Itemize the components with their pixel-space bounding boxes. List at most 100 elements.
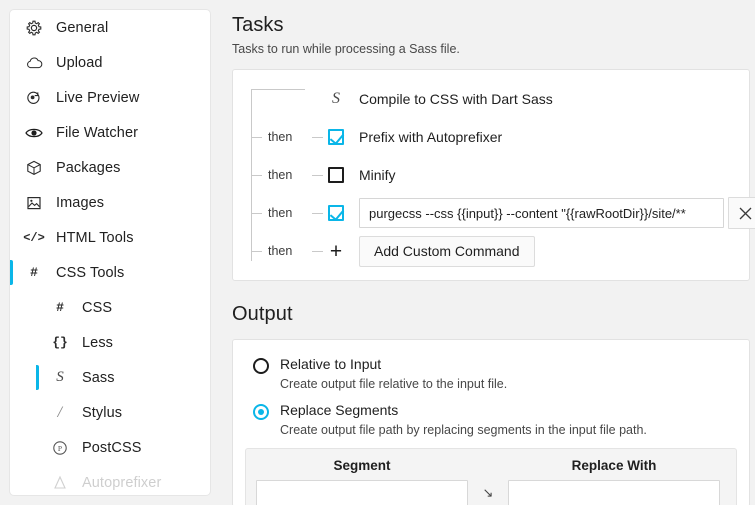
custom-command-input[interactable] (359, 198, 724, 228)
connector-dash-right (312, 175, 323, 176)
column-header-replace-with: Replace With (571, 458, 657, 473)
sass-icon: S (323, 90, 349, 108)
option-label: Relative to Input (280, 356, 382, 372)
output-option-relative-to-input[interactable]: Relative to Input (253, 356, 749, 374)
then-cell: then (251, 156, 323, 194)
sidebar-item-images[interactable]: Images (10, 185, 210, 220)
tasks-heading: Tasks (232, 14, 284, 36)
arrow-icon: ↘ (482, 485, 494, 500)
segments-table: Segment Replace With ↘ (245, 448, 737, 505)
output-card: Relative to Input Create output file rel… (232, 339, 750, 505)
replace-with-input[interactable] (508, 480, 720, 505)
connector-dash-left (251, 213, 262, 214)
column-spacer (468, 458, 508, 473)
stylus-icon: ∕ (55, 403, 65, 422)
tasks-subheading: Tasks to run while processing a Sass fil… (232, 42, 460, 56)
sidebar-item-live-preview[interactable]: Live Preview (10, 80, 210, 115)
sidebar-item-label: CSS Tools (56, 264, 125, 281)
code-icon: </> (23, 230, 45, 245)
connector-dash-left (251, 251, 262, 252)
sidebar-item-label: Less (82, 334, 114, 351)
autoprefixer-icon (50, 473, 70, 493)
hash-icon: # (56, 300, 64, 315)
checkbox-icon[interactable] (323, 167, 349, 183)
then-cell: then (251, 194, 323, 232)
task-row[interactable]: then (233, 194, 755, 232)
sidebar-item-css-tools[interactable]: # CSS Tools (10, 255, 210, 290)
sidebar-item-postcss[interactable]: P PostCSS (10, 430, 210, 465)
task-label: Minify (359, 167, 396, 183)
connector-dash-right (312, 137, 323, 138)
segments-table-header: Segment Replace With (256, 458, 726, 473)
live-preview-icon (24, 88, 44, 108)
plus-icon: + (329, 239, 343, 263)
sidebar-item-upload[interactable]: Upload (10, 45, 210, 80)
sidebar-item-label: PostCSS (82, 439, 142, 456)
then-cell: then (251, 232, 323, 270)
sidebar-item-file-watcher[interactable]: File Watcher (10, 115, 210, 150)
column-header-segment: Segment (333, 458, 391, 473)
sidebar-item-label: HTML Tools (56, 229, 134, 246)
cloud-icon (24, 53, 44, 73)
sidebar-item-general[interactable]: General (10, 10, 210, 45)
sidebar-item-label: Images (56, 194, 105, 211)
sass-icon: S (56, 369, 64, 385)
settings-window: General Upload Live Preview File Watcher Pac… (0, 0, 755, 505)
postcss-icon: P (50, 438, 70, 458)
sidebar-item-label: Packages (56, 159, 121, 176)
then-label: then (268, 130, 293, 144)
checkbox-icon[interactable] (323, 205, 349, 221)
settings-sidebar[interactable]: General Upload Live Preview File Watcher Pac… (10, 10, 210, 495)
then-label: then (268, 206, 293, 220)
sidebar-item-label: Stylus (82, 404, 123, 421)
sidebar-item-label: CSS (82, 299, 113, 316)
add-custom-command-button[interactable]: Add Custom Command (359, 235, 535, 267)
then-cell (251, 80, 323, 118)
task-row: S Compile to CSS with Dart Sass (233, 80, 749, 118)
task-row[interactable]: then Prefix with Autoprefixer (233, 118, 749, 156)
output-heading: Output (232, 303, 293, 325)
task-label: Compile to CSS with Dart Sass (359, 91, 553, 107)
connector-dash-left (251, 175, 262, 176)
then-cell: then (251, 118, 323, 156)
sidebar-item-autoprefixer[interactable]: Autoprefixer (10, 465, 210, 495)
connector-dash-left (251, 137, 262, 138)
table-row: ↘ (256, 480, 726, 505)
output-options: Relative to Input Create output file rel… (233, 340, 749, 437)
connector-dash-right (312, 213, 323, 214)
gear-icon (24, 18, 44, 38)
sidebar-item-packages[interactable]: Packages (10, 150, 210, 185)
sidebar-item-label: File Watcher (56, 124, 139, 141)
then-label: then (268, 168, 293, 182)
sidebar-item-css[interactable]: # CSS (10, 290, 210, 325)
image-icon (24, 193, 44, 213)
tasks-card: S Compile to CSS with Dart Sass then Pre… (232, 69, 755, 281)
active-indicator (10, 260, 13, 285)
sass-glyph: S (332, 90, 340, 107)
segment-input[interactable] (256, 480, 468, 505)
sidebar-item-label: Upload (56, 54, 103, 71)
output-option-replace-segments[interactable]: Replace Segments (253, 402, 749, 420)
eye-icon (24, 123, 44, 143)
sidebar-item-less[interactable]: {} Less (10, 325, 210, 360)
package-icon (24, 158, 44, 178)
option-label: Replace Segments (280, 402, 399, 418)
task-row[interactable]: then Minify (233, 156, 749, 194)
braces-icon: {} (52, 335, 68, 350)
active-indicator (36, 365, 39, 390)
svg-text:P: P (58, 444, 62, 453)
tasks-list: S Compile to CSS with Dart Sass then Pre… (233, 70, 755, 280)
task-label: Prefix with Autoprefixer (359, 129, 503, 145)
sidebar-item-stylus[interactable]: ∕ Stylus (10, 395, 210, 430)
radio-icon[interactable] (253, 358, 269, 374)
then-label: then (268, 244, 293, 258)
radio-icon[interactable] (253, 404, 269, 420)
checkbox-icon[interactable] (323, 129, 349, 145)
option-description: Create output file relative to the input… (280, 377, 508, 391)
settings-content: Tasks Tasks to run while processing a Sa… (210, 0, 755, 505)
hash-icon: # (30, 265, 38, 280)
task-row[interactable]: then + Add Custom Command (233, 232, 749, 270)
sidebar-item-html-tools[interactable]: </> HTML Tools (10, 220, 210, 255)
close-icon[interactable] (728, 197, 755, 229)
sidebar-item-sass[interactable]: S Sass (10, 360, 210, 395)
